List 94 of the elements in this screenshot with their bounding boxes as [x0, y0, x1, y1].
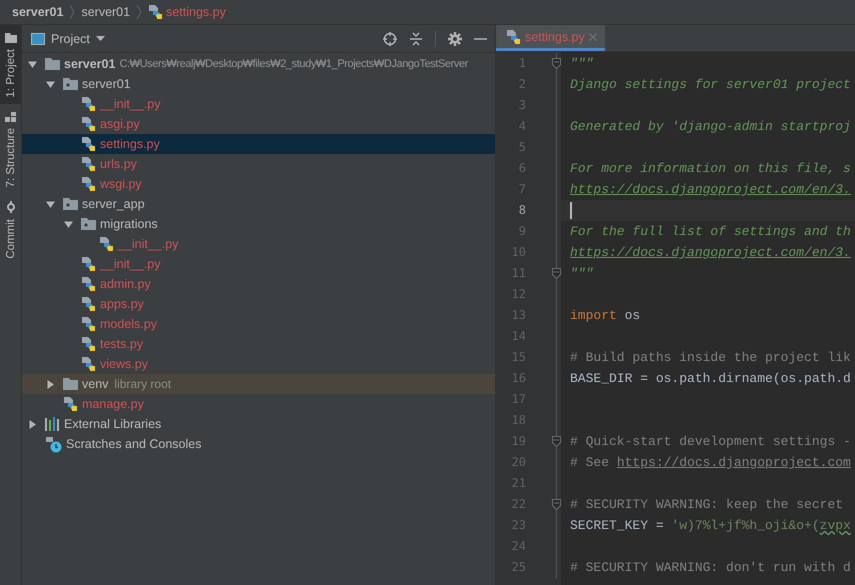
- editor-tab[interactable]: settings.py: [496, 25, 605, 51]
- breadcrumb-item[interactable]: server01: [81, 5, 130, 19]
- expand-arrow-icon[interactable]: [28, 60, 37, 68]
- url-link[interactable]: https://docs.djangoproject.com: [616, 455, 851, 470]
- tree-item[interactable]: venv library root: [22, 374, 495, 394]
- tree-item[interactable]: tests.py: [22, 334, 495, 354]
- tree-item[interactable]: models.py: [22, 314, 495, 334]
- tree-item[interactable]: Scratches and Consoles: [22, 434, 495, 454]
- url-link[interactable]: https://docs.djangoproject.com/en/3.: [570, 245, 851, 260]
- library-icon: [45, 417, 60, 431]
- tree-item[interactable]: __init__.py: [22, 94, 495, 114]
- settings-icon[interactable]: [448, 32, 462, 46]
- close-icon[interactable]: [588, 32, 597, 40]
- package-folder-icon: [63, 198, 78, 210]
- tree-item[interactable]: settings.py: [22, 134, 495, 154]
- expand-arrow-icon[interactable]: [46, 380, 55, 388]
- tree-item[interactable]: migrations: [22, 214, 495, 234]
- tree-item[interactable]: server01 C:₩Users₩realj₩Desktop₩files₩2_study₩1_Projects₩DJangoTestServer: [22, 54, 495, 74]
- collapse-all-icon[interactable]: [409, 32, 423, 46]
- comment-text: # See: [570, 455, 610, 470]
- folder-icon: [45, 58, 60, 70]
- tree-item[interactable]: urls.py: [22, 154, 495, 174]
- fold-marker-icon[interactable]: [552, 58, 561, 69]
- code-text: os: [624, 308, 640, 323]
- package-folder-icon: [81, 218, 96, 230]
- scratch-clock-icon: [45, 436, 62, 452]
- window-icon: [31, 32, 45, 44]
- text-cursor: [570, 202, 572, 219]
- tree-item[interactable]: views.py: [22, 354, 495, 374]
- python-file-icon: [81, 356, 96, 372]
- commit-icon: [4, 201, 16, 214]
- python-file-icon: [81, 156, 96, 172]
- folder-icon: [63, 378, 78, 390]
- docstring-text: For the full list of settings and th: [570, 224, 851, 239]
- tree-item[interactable]: asgi.py: [22, 114, 495, 134]
- string-literal: 'w)7%l+jf%h_oji&o+(: [671, 518, 820, 533]
- dropdown-arrow-icon: [96, 36, 105, 41]
- comment-text: # Build paths inside the project lik: [570, 350, 851, 365]
- tree-item[interactable]: __init__.py: [22, 254, 495, 274]
- python-file-icon: [506, 28, 521, 44]
- comment-text: # Quick-start development settings -: [570, 434, 851, 449]
- python-file-icon: [81, 256, 96, 272]
- tree-item[interactable]: manage.py: [22, 394, 495, 414]
- expand-arrow-icon[interactable]: [64, 220, 73, 228]
- python-file-icon: [81, 336, 96, 352]
- url-link[interactable]: https://docs.djangoproject.com/en/3.: [570, 182, 851, 197]
- expand-arrow-icon[interactable]: [46, 200, 55, 208]
- comment-text: # SECURITY WARNING: keep the secret: [570, 497, 844, 512]
- docstring-text: """: [570, 56, 594, 71]
- line-number: 8: [518, 202, 526, 219]
- breadcrumb-item[interactable]: settings.py: [148, 4, 226, 20]
- python-file-icon: [148, 4, 164, 20]
- chevron-icon: [69, 4, 76, 20]
- docstring-text: For more information on this file, s: [570, 161, 851, 176]
- expand-arrow-icon[interactable]: [46, 80, 55, 88]
- python-file-icon: [81, 136, 96, 152]
- tree-item[interactable]: External Libraries: [22, 414, 495, 434]
- folder-icon: [4, 33, 16, 43]
- python-file-icon: [81, 276, 96, 292]
- comment-text: # SECURITY WARNING: don't run with d: [570, 560, 851, 575]
- chevron-icon: [136, 4, 142, 20]
- docstring-text: Django settings for server01 project: [570, 77, 851, 92]
- python-file-icon: [99, 236, 114, 252]
- python-file-icon: [81, 316, 96, 332]
- fold-marker-icon[interactable]: [552, 268, 561, 279]
- tool-window-tab[interactable]: Commit: [0, 193, 21, 265]
- python-file-icon: [81, 176, 96, 192]
- view-selector[interactable]: Project: [31, 32, 105, 46]
- locate-icon[interactable]: [383, 32, 397, 46]
- code-text: SECRET_KEY =: [570, 518, 665, 533]
- python-file-icon: [81, 296, 96, 312]
- structure-icon: [4, 112, 16, 122]
- tree-item[interactable]: __init__.py: [22, 234, 495, 254]
- code-text: BASE_DIR = os.path.dirname(os.path.d: [570, 371, 851, 386]
- fold-marker-icon[interactable]: [552, 436, 561, 447]
- docstring-text: """: [570, 266, 594, 281]
- tree-item[interactable]: server01: [22, 74, 495, 94]
- tool-window-tab[interactable]: 7: Structure: [0, 104, 21, 194]
- package-folder-icon: [63, 78, 78, 90]
- tree-item[interactable]: server_app: [22, 194, 495, 214]
- tree-item[interactable]: wsgi.py: [22, 174, 495, 194]
- docstring-text: Generated by 'django-admin startproj: [570, 119, 851, 134]
- python-file-icon: [81, 116, 96, 132]
- tree-item[interactable]: admin.py: [22, 274, 495, 294]
- tree-item[interactable]: apps.py: [22, 294, 495, 314]
- code-editor[interactable]: [496, 52, 855, 585]
- tool-window-tab[interactable]: 1: Project: [0, 25, 21, 104]
- keyword: import: [570, 308, 617, 323]
- python-file-icon: [63, 396, 78, 412]
- python-file-icon: [81, 96, 96, 112]
- expand-arrow-icon[interactable]: [28, 420, 37, 428]
- string-literal: zvpx: [820, 518, 851, 533]
- breadcrumb-item[interactable]: server01: [12, 5, 64, 19]
- fold-marker-icon[interactable]: [552, 499, 561, 510]
